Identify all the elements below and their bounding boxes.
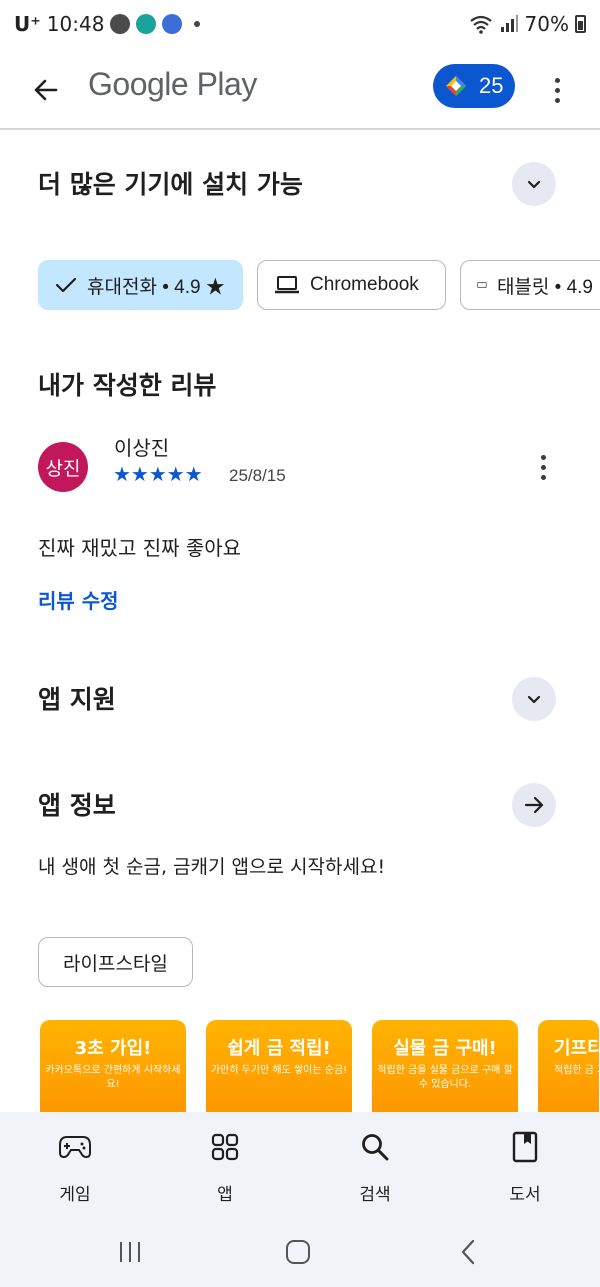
chip-tablet[interactable]: 태블릿 • 4.9 [460, 260, 600, 310]
play-points-count: 25 [479, 73, 504, 98]
arrow-forward-icon [524, 796, 544, 814]
laptop-icon [275, 276, 299, 294]
arrow-back-icon [34, 79, 58, 101]
play-points-button[interactable]: 25 [433, 64, 515, 108]
home-icon [286, 1240, 310, 1264]
review-body: 진짜 재밌고 진짜 좋아요 [38, 536, 242, 560]
chip-phone-label: 휴대전화 • 4.9 ★ [87, 276, 225, 298]
search-icon [360, 1130, 390, 1164]
chip-chromebook-label: Chromebook [310, 274, 419, 295]
reviewer-name: 이상진 [114, 436, 170, 460]
talk-notification-icon [110, 14, 131, 34]
check-icon [55, 277, 77, 293]
system-back-button[interactable] [448, 1232, 488, 1272]
status-bar: U⁺ 10:48 70% [0, 0, 600, 54]
app-notification-icon [136, 14, 157, 34]
star-rating: ★★★★★ [113, 462, 203, 486]
category-tag[interactable]: 라이프스타일 [38, 937, 193, 987]
battery-percent: 70% [524, 12, 569, 36]
more-notifications-dot-icon [194, 21, 201, 27]
kebab-dot-icon [554, 77, 560, 83]
nav-games[interactable]: 게임 [0, 1112, 150, 1212]
recent-apps-button[interactable] [110, 1232, 150, 1272]
screenshot-title: 쉽게 금 적립! [227, 1038, 331, 1059]
kebab-dot-icon [540, 464, 546, 470]
kebab-dot-icon [540, 474, 546, 480]
carrier-label: U⁺ [14, 12, 41, 36]
clock: 10:48 [46, 12, 105, 36]
devices-expand-button[interactable] [512, 162, 556, 206]
chevron-down-icon [527, 180, 541, 189]
more-options-button[interactable] [540, 68, 574, 112]
home-notification-icon [162, 14, 183, 34]
app-description: 내 생애 첫 순금, 금캐기 앱으로 시작하세요! [38, 856, 386, 878]
screenshot-title: 실물 금 구매! [393, 1038, 497, 1059]
screenshot-subtitle: 가만히 두기만 해도 쌓이는 순금! [210, 1065, 348, 1076]
back-button[interactable] [24, 68, 68, 112]
review-more-options-button[interactable] [528, 447, 558, 487]
book-icon [512, 1130, 538, 1164]
nav-books-label: 도서 [509, 1185, 541, 1205]
apps-grid-icon [211, 1130, 239, 1164]
app-bar: Google Play 25 [0, 54, 600, 130]
chip-phone[interactable]: 휴대전화 • 4.9 ★ [38, 260, 243, 310]
app-support-title: 앱 지원 [38, 685, 116, 714]
recent-apps-icon [120, 1242, 140, 1262]
kebab-dot-icon [554, 87, 560, 93]
kebab-dot-icon [554, 97, 560, 103]
nav-apps-label: 앱 [217, 1185, 233, 1205]
play-points-icon [446, 76, 466, 96]
app-info-title: 앱 정보 [38, 791, 116, 820]
review-date: 25/8/15 [229, 466, 286, 485]
battery-icon [575, 15, 586, 33]
screenshot-subtitle: 카카오톡으로 간편하게 시작하세요! [45, 1065, 181, 1090]
devices-section-title: 더 많은 기기에 설치 가능 [38, 170, 303, 199]
nav-search-label: 검색 [359, 1185, 391, 1205]
chevron-left-icon [461, 1239, 475, 1265]
nav-books[interactable]: 도서 [450, 1112, 600, 1212]
page-title: Google Play [88, 66, 257, 102]
screenshot-title: 기프티 [554, 1038, 599, 1059]
tablet-icon [477, 282, 487, 288]
screenshot-title: 3초 가입! [74, 1038, 152, 1059]
edit-review-link[interactable]: 리뷰 수정 [38, 585, 119, 614]
gamepad-icon [58, 1130, 92, 1164]
signal-icon [500, 15, 518, 32]
chip-tablet-label: 태블릿 • 4.9 [496, 276, 593, 298]
screenshot-subtitle: 적립한 금 기프티콘 [554, 1065, 599, 1076]
nav-search[interactable]: 검색 [300, 1112, 450, 1212]
my-review-title: 내가 작성한 리뷰 [38, 371, 217, 400]
chip-chromebook[interactable]: Chromebook [257, 260, 446, 310]
app-support-expand-button[interactable] [512, 677, 556, 721]
app-info-open-button[interactable] [512, 783, 556, 827]
wifi-icon [469, 15, 492, 34]
avatar: 상진 [38, 442, 88, 492]
device-chips: 휴대전화 • 4.9 ★ Chromebook 태블릿 • 4.9 [38, 260, 600, 310]
nav-apps[interactable]: 앱 [150, 1112, 300, 1212]
nav-games-label: 게임 [59, 1185, 91, 1205]
status-left: U⁺ 10:48 [14, 12, 201, 36]
home-button[interactable] [278, 1232, 318, 1272]
bottom-navigation: 게임 앱 검색 도서 [0, 1112, 600, 1287]
status-right: 70% [469, 12, 586, 36]
screenshot-subtitle: 적립한 금을 실물 금으로 구매 할 수 있습니다. [377, 1065, 513, 1090]
chevron-down-icon [527, 695, 541, 704]
kebab-dot-icon [540, 454, 546, 460]
